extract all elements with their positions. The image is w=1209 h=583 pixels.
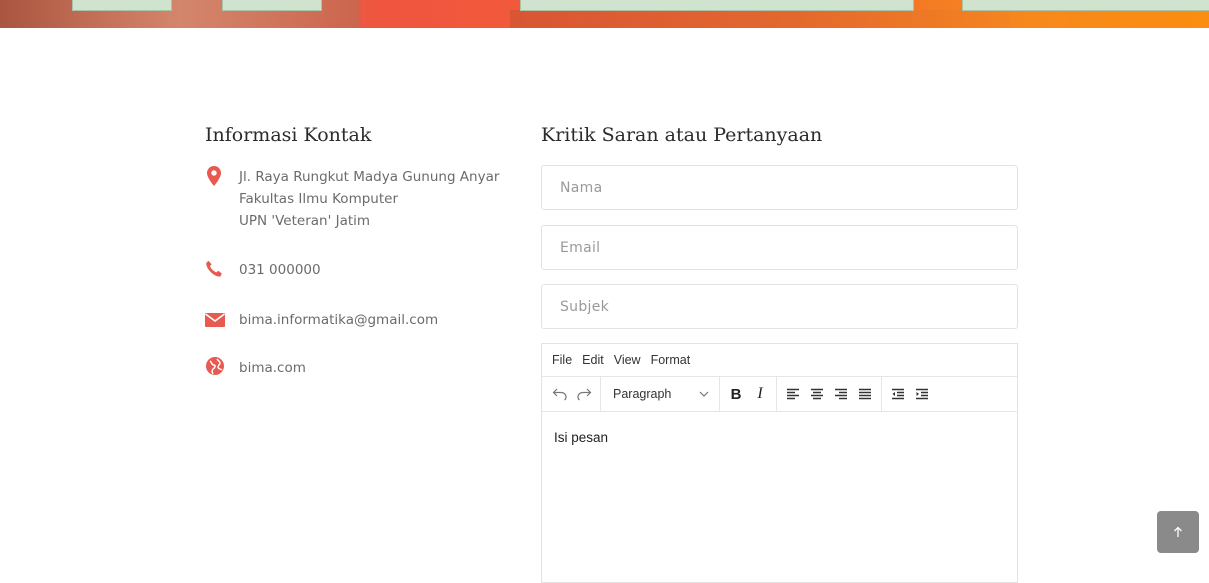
contact-website: bima.com (205, 357, 515, 379)
feedback-form-title: Kritik Saran atau Pertanyaan (541, 124, 823, 146)
editor-menubar: File Edit View Format (542, 344, 1017, 377)
toolbar-divider (719, 377, 720, 411)
menu-edit[interactable]: Edit (582, 353, 604, 367)
website-text[interactable]: bima.com (239, 357, 306, 379)
align-right-icon (835, 388, 847, 400)
subject-input[interactable] (541, 284, 1018, 329)
chevron-down-icon (699, 391, 709, 397)
back-to-top-button[interactable] (1157, 511, 1199, 553)
align-center-button[interactable] (805, 382, 829, 406)
toolbar-divider (776, 377, 777, 411)
phone-icon (205, 259, 225, 279)
align-justify-button[interactable] (853, 382, 877, 406)
redo-icon (577, 388, 592, 401)
message-placeholder-text: Isi pesan (554, 430, 609, 445)
align-center-icon (811, 388, 823, 400)
banner-tab (72, 0, 172, 11)
banner-photo (510, 10, 1010, 28)
globe-icon (205, 357, 225, 377)
bold-button[interactable]: B (724, 382, 748, 406)
editor-content-area[interactable]: Isi pesan (542, 412, 1017, 463)
undo-icon (552, 388, 567, 401)
header-banner (0, 0, 1209, 28)
undo-button[interactable] (548, 382, 572, 406)
contact-email: bima.informatika@gmail.com (205, 309, 515, 331)
outdent-icon (892, 388, 904, 400)
address-line: UPN 'Veteran' Jatim (239, 213, 371, 229)
email-input[interactable] (541, 225, 1018, 270)
indent-button[interactable] (910, 382, 934, 406)
contact-address: Jl. Raya Rungkut Madya Gunung Anyar Faku… (205, 166, 515, 236)
address-line: Jl. Raya Rungkut Madya Gunung Anyar (239, 169, 500, 185)
redo-button[interactable] (572, 382, 596, 406)
menu-format[interactable]: Format (651, 353, 691, 367)
arrow-up-icon (1174, 526, 1182, 537)
outdent-button[interactable] (886, 382, 910, 406)
italic-button[interactable]: I (748, 382, 772, 406)
name-input[interactable] (541, 165, 1018, 210)
block-format-select[interactable]: Paragraph (605, 382, 715, 406)
editor-toolbar: Paragraph B I (542, 377, 1017, 412)
block-format-value: Paragraph (613, 387, 672, 401)
menu-view[interactable]: View (614, 353, 641, 367)
email-text[interactable]: bima.informatika@gmail.com (239, 309, 438, 331)
address-line: Fakultas Ilmu Komputer (239, 191, 398, 207)
banner-tab (962, 0, 1209, 11)
toolbar-divider (600, 377, 601, 411)
align-right-button[interactable] (829, 382, 853, 406)
map-marker-icon (205, 166, 225, 186)
align-justify-icon (859, 388, 871, 400)
address-text: Jl. Raya Rungkut Madya Gunung Anyar Faku… (239, 166, 499, 232)
align-left-button[interactable] (781, 382, 805, 406)
contact-phone: 031 000000 (205, 259, 515, 281)
menu-file[interactable]: File (552, 353, 572, 367)
toolbar-divider (881, 377, 882, 411)
align-left-icon (787, 388, 799, 400)
banner-tab (520, 0, 914, 11)
message-editor: File Edit View Format Paragraph B I Isi … (541, 343, 1018, 583)
contact-info-title: Informasi Kontak (205, 124, 372, 146)
envelope-icon (205, 309, 225, 329)
phone-text: 031 000000 (239, 262, 321, 278)
indent-icon (916, 388, 928, 400)
banner-tab (222, 0, 322, 11)
